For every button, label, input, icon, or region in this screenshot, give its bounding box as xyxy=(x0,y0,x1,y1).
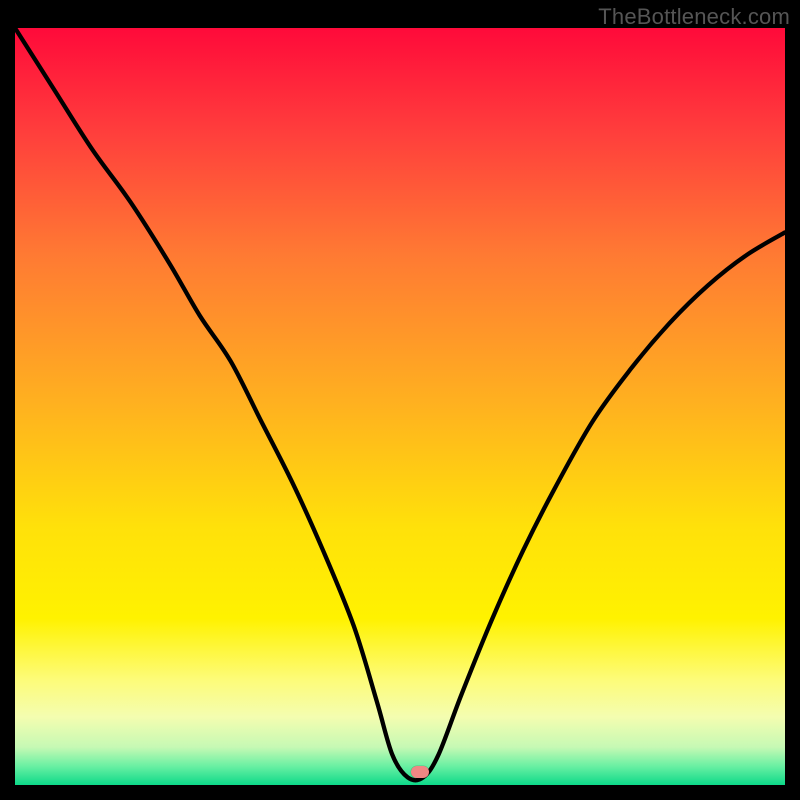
plot-area xyxy=(15,28,785,785)
optimal-marker xyxy=(411,766,429,778)
watermark-text: TheBottleneck.com xyxy=(598,4,790,30)
bottleneck-chart-svg xyxy=(15,28,785,785)
gradient-background xyxy=(15,28,785,785)
chart-wrapper: TheBottleneck.com xyxy=(0,0,800,800)
